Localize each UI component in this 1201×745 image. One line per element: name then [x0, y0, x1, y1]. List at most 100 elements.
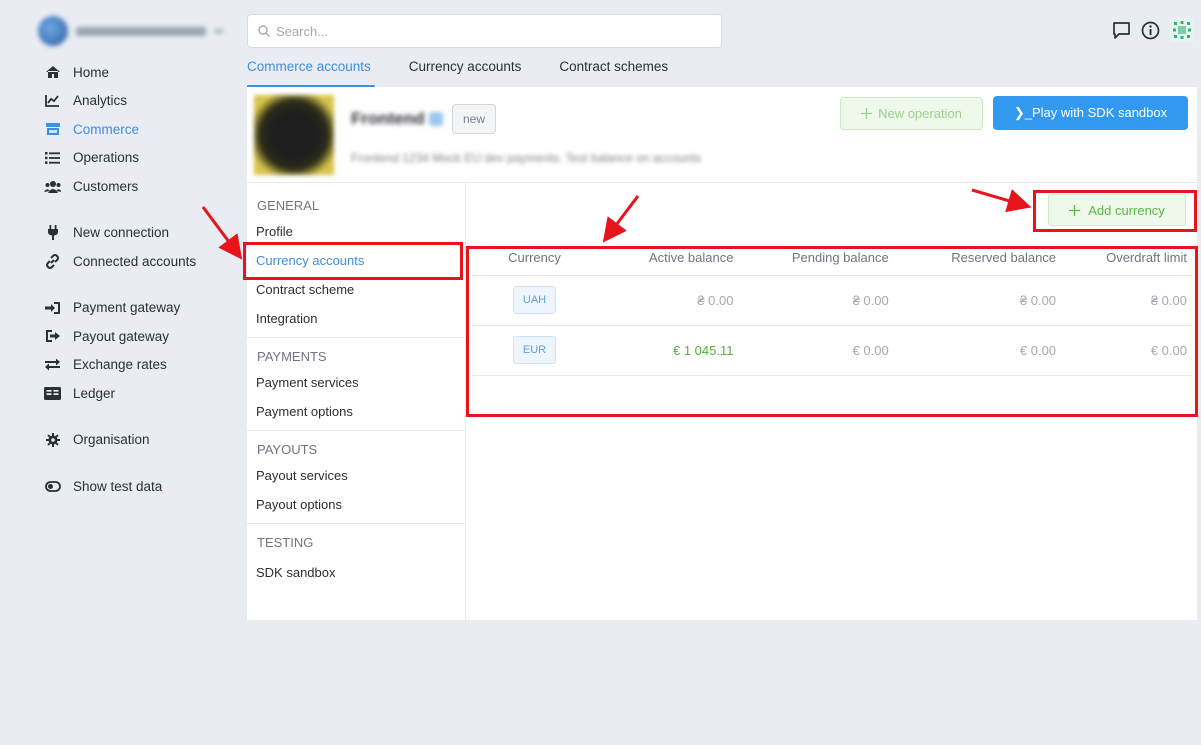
subnav-item-payout-services[interactable]: Payout services: [247, 461, 465, 490]
plus-icon: [861, 108, 873, 119]
sidebar-item-label: New connection: [73, 225, 170, 241]
analytics-icon: [44, 92, 61, 109]
plug-icon: [44, 224, 61, 241]
overdraft-limit-cell: ₴ 0.00: [1061, 275, 1192, 326]
tab-contract-schemes[interactable]: Contract schemes: [559, 58, 668, 86]
link-icon: [44, 253, 61, 270]
top-icons: [1112, 18, 1194, 42]
active-balance-cell: ₴ 0.00: [602, 275, 739, 326]
users-icon: [44, 178, 61, 195]
chat-icon[interactable]: [1112, 21, 1131, 40]
subnav-section-payments: PAYMENTS: [257, 349, 327, 364]
edit-icon[interactable]: [429, 112, 443, 126]
subnav-item-profile[interactable]: Profile: [247, 217, 465, 246]
table-header-row: Currency Active balance Pending balance …: [472, 240, 1192, 276]
subnav-item-sdk-sandbox[interactable]: SDK sandbox: [247, 558, 465, 587]
sidebar-item-commerce[interactable]: Commerce: [44, 115, 234, 144]
sidebar-item-show-test-data[interactable]: Show test data: [44, 472, 234, 501]
reserved-balance-cell: € 0.00: [893, 325, 1062, 376]
currency-accounts-panel: Add currency Currency Active balance Pen…: [467, 183, 1197, 620]
currency-badge[interactable]: EUR: [512, 336, 557, 364]
shop-description: Frontend 1234 Mock EU dev payments. Test…: [351, 151, 701, 165]
sidebar-item-label: Payment gateway: [73, 300, 181, 316]
subnav-item-payout-options[interactable]: Payout options: [247, 490, 465, 519]
new-operation-button[interactable]: New operation: [840, 97, 983, 130]
org-name: [76, 25, 206, 37]
play-sdk-sandbox-button[interactable]: ❯_Play with SDK sandbox: [993, 96, 1188, 130]
commerce-account-card: Frontend new Frontend 1234 Mock EU dev p…: [247, 87, 1197, 620]
sidebar-item-label: Show test data: [73, 478, 163, 494]
subnav-item-integration[interactable]: Integration: [247, 304, 465, 333]
column-header-currency: Currency: [472, 240, 602, 276]
gear-icon: [44, 431, 61, 448]
sidebar-item-operations[interactable]: Operations: [44, 144, 234, 173]
sidebar-item-organisation[interactable]: Organisation: [44, 426, 234, 455]
subnav-item-payment-options[interactable]: Payment options: [247, 397, 465, 426]
info-icon[interactable]: [1141, 21, 1160, 40]
chevron-down-icon: [214, 28, 224, 35]
account-subnav: GENERAL Profile Currency accounts Contra…: [247, 183, 466, 620]
sidebar-item-label: Customers: [73, 178, 139, 194]
sidebar-item-payment-gateway[interactable]: Payment gateway: [44, 294, 234, 323]
search-input[interactable]: [276, 23, 696, 39]
currency-accounts-table: Currency Active balance Pending balance …: [472, 240, 1192, 376]
org-avatar: [38, 16, 68, 46]
sidebar-item-label: Organisation: [73, 432, 150, 448]
column-header-overdraft-limit: Overdraft limit: [1061, 240, 1192, 276]
subnav-section-general: GENERAL: [257, 198, 320, 213]
search-icon: [258, 25, 270, 37]
home-icon: [44, 64, 61, 81]
plus-icon: [1069, 204, 1081, 216]
sidebar-item-ledger[interactable]: Ledger: [44, 379, 234, 408]
status-badge: new: [452, 104, 497, 134]
sidebar-item-label: Exchange rates: [73, 357, 167, 373]
sidebar-item-exchange-rates[interactable]: Exchange rates: [44, 351, 234, 380]
sidebar-item-connected-accounts[interactable]: Connected accounts: [44, 247, 234, 276]
list-icon: [44, 149, 61, 166]
subnav-item-currency-accounts[interactable]: Currency accounts: [247, 246, 465, 275]
sidebar-item-label: Connected accounts: [73, 253, 197, 269]
sidebar-item-label: Payout gateway: [73, 328, 170, 344]
sidebar-nav: Home Analytics Commerce Operations Custo…: [44, 58, 234, 501]
commerce-tabs: Commerce accounts Currency accounts Cont…: [247, 58, 706, 88]
subnav-item-contract-scheme[interactable]: Contract scheme: [247, 275, 465, 304]
sidebar-item-analytics[interactable]: Analytics: [44, 87, 234, 116]
user-avatar-icon[interactable]: [1170, 18, 1194, 42]
add-currency-button[interactable]: Add currency: [1048, 194, 1186, 226]
sidebar-item-payout-gateway[interactable]: Payout gateway: [44, 322, 234, 351]
sidebar-item-label: Operations: [73, 150, 140, 166]
column-header-pending-balance: Pending balance: [738, 240, 894, 276]
column-header-active-balance: Active balance: [602, 240, 739, 276]
new-operation-label: New operation: [878, 106, 962, 121]
subnav-section-testing: TESTING: [257, 535, 314, 550]
sdk-button-label: ❯_Play with SDK sandbox: [1013, 105, 1168, 120]
table-row[interactable]: UAH ₴ 0.00 ₴ 0.00 ₴ 0.00 ₴ 0.00: [472, 275, 1192, 326]
shop-name: Frontend: [351, 109, 425, 128]
account-header: Frontend new Frontend 1234 Mock EU dev p…: [247, 87, 1197, 183]
organisation-switcher[interactable]: [38, 16, 224, 46]
currency-badge[interactable]: UAH: [512, 286, 557, 314]
store-icon: [44, 121, 61, 138]
add-currency-label: Add currency: [1088, 202, 1165, 218]
sidebar-item-new-connection[interactable]: New connection: [44, 219, 234, 248]
pending-balance-cell: ₴ 0.00: [738, 275, 894, 326]
active-balance-cell: € 1 045.11: [602, 325, 739, 376]
search-box[interactable]: [247, 14, 722, 48]
reserved-balance-cell: ₴ 0.00: [893, 275, 1062, 326]
subnav-item-payment-services[interactable]: Payment services: [247, 368, 465, 397]
sign-out-icon: [44, 328, 61, 345]
sidebar-item-customers[interactable]: Customers: [44, 172, 234, 201]
shop-logo: [254, 95, 334, 175]
sign-in-icon: [44, 299, 61, 316]
overdraft-limit-cell: € 0.00: [1061, 325, 1192, 376]
exchange-icon: [44, 356, 61, 373]
column-header-reserved-balance: Reserved balance: [893, 240, 1062, 276]
ledger-icon: [44, 385, 61, 402]
tab-currency-accounts[interactable]: Currency accounts: [409, 58, 522, 86]
sidebar-item-home[interactable]: Home: [44, 58, 234, 87]
table-row[interactable]: EUR € 1 045.11 € 0.00 € 0.00 € 0.00: [472, 325, 1192, 376]
tab-commerce-accounts[interactable]: Commerce accounts: [247, 58, 375, 88]
subnav-section-payouts: PAYOUTS: [257, 442, 318, 457]
sidebar-item-label: Home: [73, 64, 110, 80]
sidebar-item-label: Commerce: [73, 121, 140, 137]
